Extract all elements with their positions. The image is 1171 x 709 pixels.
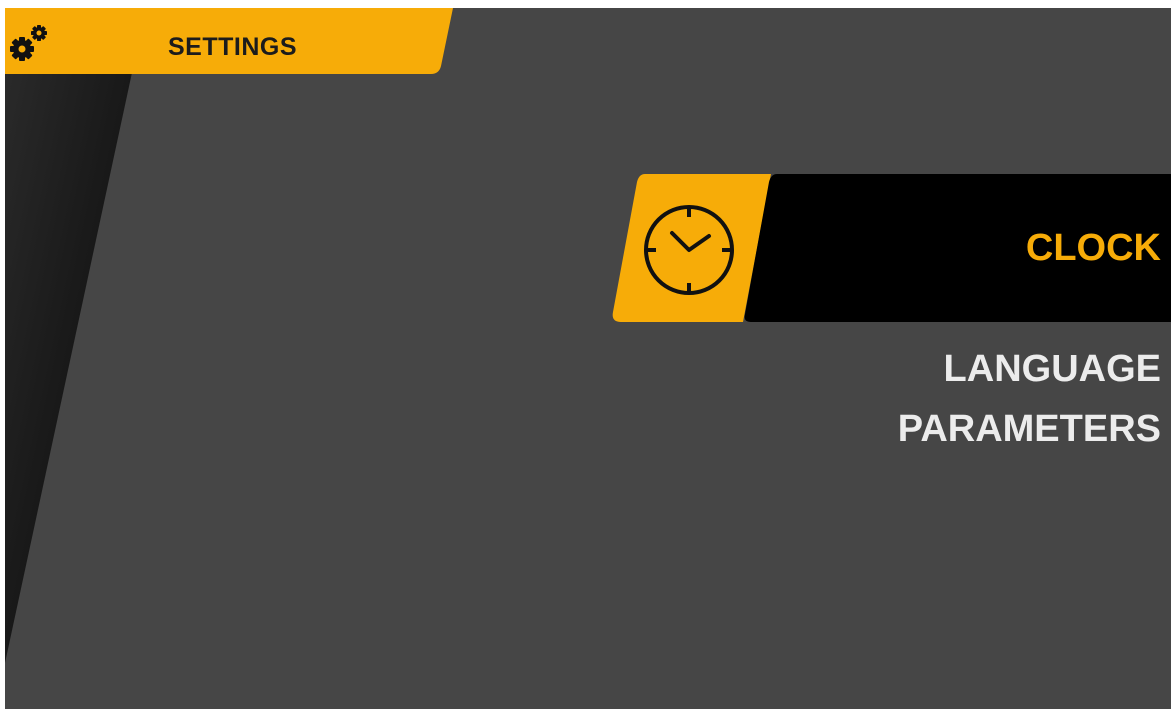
menu-item-parameters[interactable]: PARAMETERS: [898, 410, 1161, 448]
menu-item-clock[interactable]: CLOCK: [611, 174, 1171, 322]
settings-screen: SETTINGS CLOCK LANGUAGE PARAMETERS: [5, 8, 1171, 709]
menu-item-label-clock: CLOCK: [1025, 227, 1161, 269]
clock-icon: [644, 205, 734, 295]
page-title: SETTINGS: [168, 33, 298, 61]
gears-icon: [10, 25, 47, 61]
header-tab: SETTINGS: [5, 8, 465, 74]
menu-item-language[interactable]: LANGUAGE: [944, 350, 1161, 388]
left-shade-decoration: [5, 68, 133, 663]
